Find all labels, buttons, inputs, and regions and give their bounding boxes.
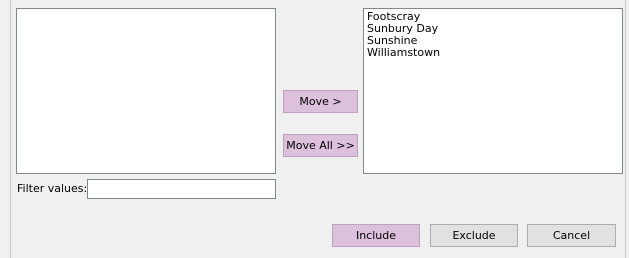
- move-all-button[interactable]: Move All >>: [283, 134, 358, 157]
- filter-values-label: Filter values:: [17, 182, 88, 195]
- list-item[interactable]: Williamstown: [367, 47, 622, 59]
- selected-values-list[interactable]: Footscray Sunbury Day Sunshine Williamstown: [363, 8, 623, 174]
- include-button[interactable]: Include: [332, 224, 420, 247]
- move-button[interactable]: Move >: [283, 90, 358, 113]
- right-frame-edge: [625, 0, 626, 258]
- available-values-list[interactable]: [16, 8, 276, 174]
- cancel-button[interactable]: Cancel: [527, 224, 616, 247]
- left-frame-edge: [10, 0, 11, 258]
- filter-values-input[interactable]: [87, 179, 276, 199]
- exclude-button[interactable]: Exclude: [430, 224, 518, 247]
